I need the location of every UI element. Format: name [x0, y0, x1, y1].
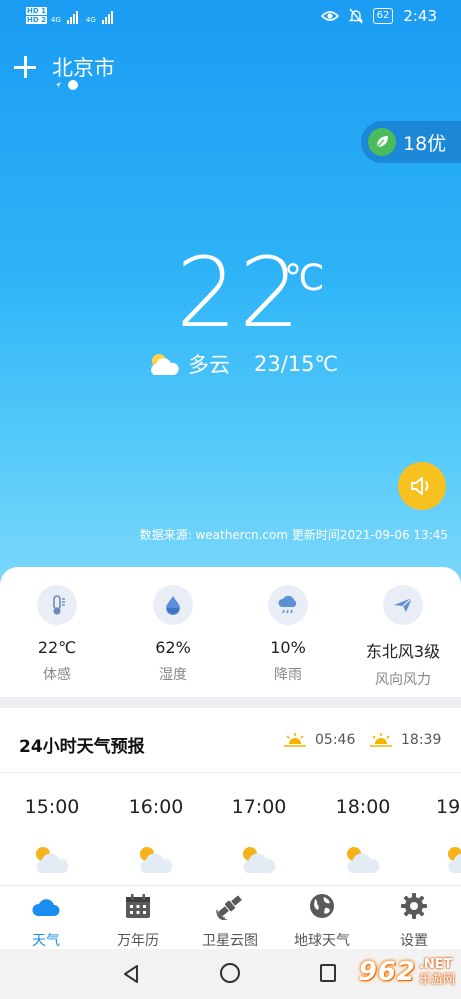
detail-rain: 10% 降雨 — [238, 585, 338, 684]
battery-icon: 62 — [372, 8, 394, 24]
leaf-icon — [368, 128, 396, 156]
watermark-text: .NET 乐游网 — [418, 957, 455, 987]
back-icon[interactable] — [121, 964, 141, 984]
gear-icon — [401, 893, 427, 919]
hour-time: 16:00 — [128, 796, 184, 818]
cloud-icon — [32, 899, 60, 916]
tab-weather[interactable]: 天气 — [0, 892, 92, 950]
thermometer-icon — [37, 585, 77, 625]
satellite-icon — [216, 895, 242, 921]
bottom-nav: 天气 万年历 卫星云图 地球天气 设置 — [0, 885, 461, 949]
net2-label: 4G — [85, 16, 96, 24]
hour-time: 18:00 — [335, 796, 391, 818]
watermark-logo: 962 .NET 乐游网 — [359, 957, 455, 987]
detail-value: 东北风3级 — [365, 642, 441, 661]
tab-satellite[interactable]: 卫星云图 — [184, 892, 276, 950]
clock: 2:43 — [403, 7, 437, 25]
net-type: 4G — [51, 16, 61, 24]
tab-label: 地球天气 — [294, 933, 350, 949]
hour-time: 17:00 — [231, 796, 287, 818]
system-nav-bar: 962 .NET 乐游网 — [0, 949, 461, 999]
watermark-name: 乐游网 — [418, 972, 455, 986]
sunset: 18:39 — [369, 732, 441, 748]
net1-label: 4G — [50, 16, 61, 24]
watermark-suffix: .NET — [418, 957, 453, 972]
partly-cloudy-icon — [448, 847, 461, 873]
status-right: 62 2:43 — [320, 7, 437, 25]
hour-item: 19 — [436, 796, 461, 880]
tab-label: 天气 — [32, 933, 60, 949]
tab-label: 卫星云图 — [202, 933, 258, 949]
net-type-2: 4G — [86, 16, 96, 24]
calendar-icon — [126, 894, 150, 918]
sim-badges: HD 1 HD 2 — [26, 7, 47, 24]
hour-item: 15:00 — [22, 796, 82, 880]
home-button[interactable] — [220, 963, 240, 983]
speaker-button[interactable] — [398, 462, 446, 510]
location-arrow-icon — [55, 82, 61, 88]
sunrise-icon — [284, 733, 306, 747]
rain-cloud-icon — [268, 585, 308, 625]
hour-item: 16:00 — [126, 796, 186, 880]
mute-bell-icon — [348, 8, 363, 24]
page-indicator — [54, 80, 78, 90]
detail-label: 降雨 — [274, 667, 302, 683]
aqi-value: 18优 — [403, 132, 447, 155]
partly-cloudy-icon — [36, 847, 69, 873]
city-name[interactable]: 北京市 — [52, 52, 115, 82]
sim2-badge: HD 2 — [26, 16, 47, 24]
status-bar: HD 1 HD 2 4G 4G 62 2:43 — [0, 0, 461, 34]
hour-time: 15:00 — [24, 796, 80, 818]
tab-earth[interactable]: 地球天气 — [276, 892, 368, 950]
condition-row: 多云 23/15℃ — [146, 349, 338, 379]
detail-wind: 东北风3级 风向风力 — [353, 585, 453, 689]
tab-calendar[interactable]: 万年历 — [92, 892, 184, 950]
forecast-divider — [0, 772, 461, 773]
signal-icon-2 — [101, 10, 113, 24]
hourly-forecast[interactable]: 24小时天气预报 05:46 18:39 15:00 16:00 17:00 1… — [0, 708, 461, 885]
droplet-icon — [153, 585, 193, 625]
sunrise-time: 05:46 — [315, 732, 356, 748]
hour-time: 19 — [436, 796, 461, 818]
data-source: 数据来源: weathercn.com 更新时间2021-09-06 13:45 — [139, 528, 448, 542]
eye-icon — [320, 11, 339, 21]
partly-cloudy-icon — [347, 847, 380, 873]
globe-icon — [310, 894, 334, 918]
partly-cloudy-icon — [140, 847, 173, 873]
sunset-icon — [370, 733, 392, 747]
detail-value: 10% — [270, 638, 306, 657]
watermark-number: 962 — [358, 957, 416, 987]
partly-cloudy-icon — [243, 847, 276, 873]
sim1-badge: HD 1 — [26, 7, 47, 15]
detail-label: 体感 — [43, 667, 71, 683]
detail-label: 湿度 — [159, 667, 187, 683]
details-card: 22℃ 体感 62% 湿度 10% 降雨 东北风3级 风向风力 — [0, 567, 461, 697]
condition-text: 多云 — [188, 353, 230, 377]
plus-icon[interactable] — [12, 54, 38, 80]
detail-value: 62% — [155, 638, 191, 657]
detail-humidity: 62% 湿度 — [123, 585, 223, 684]
sunset-time: 18:39 — [401, 732, 442, 748]
paper-plane-icon — [383, 585, 423, 625]
signal-group: HD 1 HD 2 4G 4G — [26, 7, 113, 24]
detail-feels-like: 22℃ 体感 — [7, 585, 107, 684]
forecast-title: 24小时天气预报 — [19, 737, 145, 757]
air-quality-button[interactable]: 18优 — [361, 121, 461, 163]
tab-label: 设置 — [400, 933, 428, 949]
temperature-unit: ℃ — [284, 258, 325, 299]
tab-label: 万年历 — [117, 933, 159, 949]
sunrise: 05:46 — [283, 732, 355, 748]
speaker-icon — [411, 477, 429, 495]
partly-cloudy-icon — [151, 354, 179, 375]
tab-settings[interactable]: 设置 — [368, 892, 460, 950]
page-dot — [68, 80, 78, 90]
signal-icon — [66, 10, 78, 24]
hour-item: 18:00 — [333, 796, 393, 880]
detail-label: 风向风力 — [375, 672, 431, 688]
section-divider — [0, 697, 461, 708]
detail-value: 22℃ — [37, 638, 77, 657]
recent-apps-button[interactable] — [320, 964, 336, 982]
temperature-range: 23/15℃ — [254, 352, 339, 376]
hour-item: 17:00 — [229, 796, 289, 880]
